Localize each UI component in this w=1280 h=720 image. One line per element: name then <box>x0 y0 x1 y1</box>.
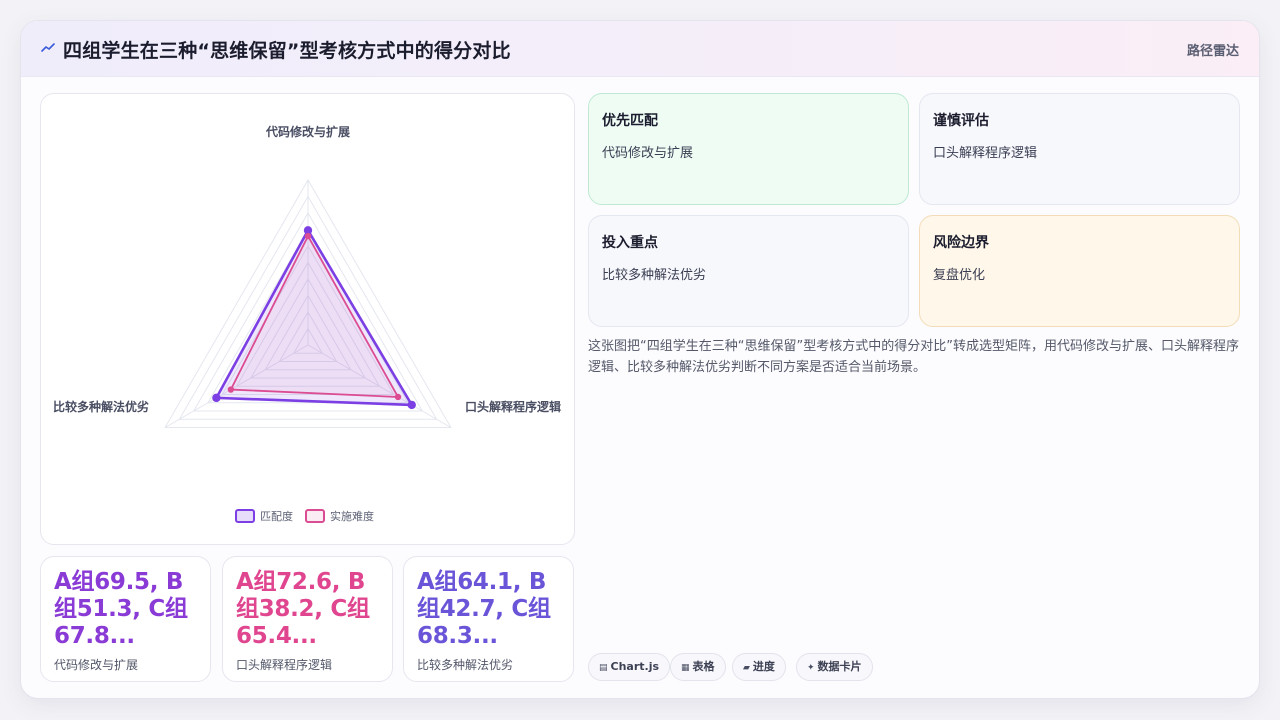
stat-value: A组72.6, B组38.2, C组65.4... <box>236 569 370 649</box>
card-priority-match: 优先匹配 代码修改与扩展 <box>588 93 909 205</box>
card-title: 风险边界 <box>933 235 989 251</box>
radar-point <box>227 386 235 393</box>
radar-point <box>394 393 402 401</box>
app-frame: 四组学生在三种“思维保留”型考核方式中的得分对比 路径雷达 代码修改与扩展口头解… <box>20 20 1260 699</box>
tag-label: 数据卡片 <box>817 660 862 673</box>
header: 四组学生在三种“思维保留”型考核方式中的得分对比 路径雷达 <box>21 21 1259 77</box>
card-careful-eval: 谨慎评估 口头解释程序逻辑 <box>919 93 1240 205</box>
card-subtitle: 比较多种解法优劣 <box>602 268 707 283</box>
table-icon: ▦ <box>681 663 690 673</box>
card-subtitle: 代码修改与扩展 <box>602 146 694 161</box>
legend-label: 匹配度 <box>260 509 293 523</box>
radar-point <box>304 232 312 240</box>
stat-card-2: A组72.6, B组38.2, C组65.4... 口头解释程序逻辑 <box>222 556 393 682</box>
radar-point <box>407 400 416 410</box>
card-title: 优先匹配 <box>602 113 658 129</box>
card-investment-focus: 投入重点 比较多种解法优劣 <box>588 215 909 327</box>
tag-label: Chart.js <box>610 660 660 673</box>
chart-kind-label: 路径雷达 <box>1186 44 1239 59</box>
tag-table[interactable]: ▦ 表格 <box>670 653 726 681</box>
stat-label: 比较多种解法优劣 <box>417 658 514 672</box>
tag-data-cards[interactable]: ✦ 数据卡片 <box>796 653 873 681</box>
tag-chartjs[interactable]: ▤ Chart.js <box>588 653 671 681</box>
tag-label: 进度 <box>752 660 775 673</box>
legend-swatch <box>235 509 255 523</box>
radar-series-2 <box>229 235 399 398</box>
trend-line-icon <box>41 43 55 52</box>
card-risk-boundary: 风险边界 复盘优化 <box>919 215 1240 327</box>
radar-axis-label: 比较多种解法优劣 <box>53 399 149 414</box>
card-title: 投入重点 <box>602 235 658 251</box>
radar-axis-label: 代码修改与扩展 <box>265 124 350 139</box>
sparkle-icon: ✦ <box>807 663 815 673</box>
legend-label: 实施难度 <box>330 509 374 523</box>
radar-axis-label: 口头解释程序逻辑 <box>465 399 561 414</box>
progress-icon: ▰ <box>743 663 750 673</box>
stat-card-1: A组69.5, B组51.3, C组67.8... 代码修改与扩展 <box>40 556 211 682</box>
stat-card-3: A组64.1, B组42.7, C组68.3... 比较多种解法优劣 <box>403 556 574 682</box>
stat-label: 口头解释程序逻辑 <box>236 658 333 672</box>
legend-swatch <box>305 509 325 523</box>
chart-icon: ▤ <box>599 663 608 673</box>
stat-label: 代码修改与扩展 <box>54 658 139 672</box>
radar-chart: 代码修改与扩展口头解释程序逻辑 比较多种解法优劣匹配度 实施难度 <box>53 124 561 523</box>
chart-description: 这张图把“四组学生在三种“思维保留”型考核方式中的得分对比”转成选型矩阵，用代码… <box>588 339 1239 375</box>
card-subtitle: 口头解释程序逻辑 <box>933 146 1038 161</box>
tag-label: 表格 <box>692 660 715 673</box>
card-title: 谨慎评估 <box>933 113 989 129</box>
stat-value: A组64.1, B组42.7, C组68.3... <box>417 569 551 649</box>
radar-chart-card: 代码修改与扩展口头解释程序逻辑 比较多种解法优劣匹配度 实施难度 <box>40 93 575 545</box>
radar-point <box>212 393 221 403</box>
tag-progress[interactable]: ▰ 进度 <box>732 653 786 681</box>
card-subtitle: 复盘优化 <box>933 268 986 283</box>
page-title: 四组学生在三种“思维保留”型考核方式中的得分对比 <box>63 40 511 62</box>
stat-value: A组69.5, B组51.3, C组67.8... <box>54 569 188 649</box>
